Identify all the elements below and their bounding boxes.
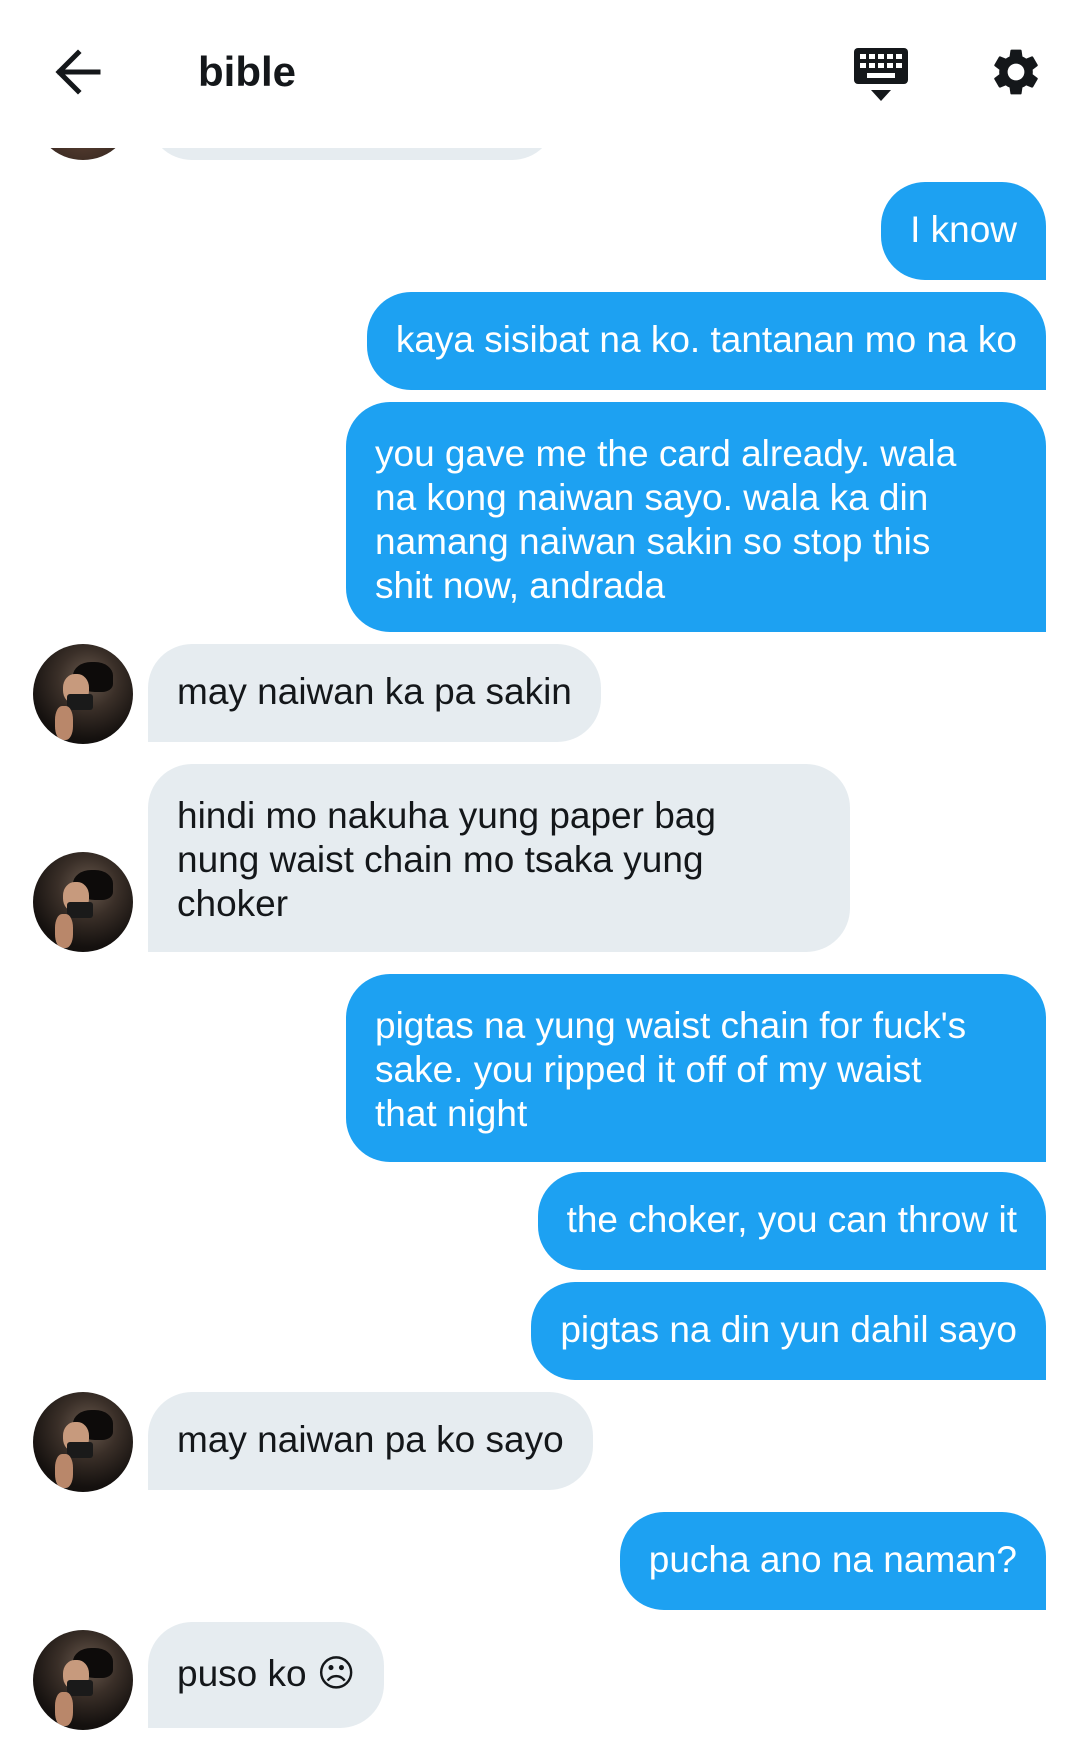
message-text: pucha ano na naman? [648, 1539, 1017, 1580]
message-outgoing[interactable]: I know [881, 182, 1046, 280]
message-incoming[interactable]: may naiwan ka pa sakin [148, 644, 601, 742]
message-text: may naiwan ka pa sakin [177, 671, 572, 712]
message-outgoing[interactable]: pucha ano na naman? [619, 1512, 1046, 1610]
message-line: pigtas na yung waist chain for fuck's [375, 1005, 967, 1046]
avatar[interactable] [33, 1392, 133, 1492]
keyboard-hide-button[interactable] [852, 46, 910, 106]
message-line: namang naiwan sakin so stop this [375, 521, 931, 562]
message-line: choker [177, 883, 289, 924]
message-text: pigtas na din yun dahil sayo [560, 1309, 1017, 1350]
message-line: you gave me the card already. wala [375, 433, 957, 474]
message-outgoing[interactable]: pigtas na yung waist chain for fuck's sa… [346, 974, 1046, 1162]
arrow-left-icon [55, 49, 101, 95]
message-text: kaya sisibat na ko. tantanan mo na ko [395, 319, 1017, 360]
message-outgoing[interactable]: pigtas na din yun dahil sayo [531, 1282, 1046, 1380]
message-text: puso ko ☹ [177, 1653, 356, 1694]
message-text: the choker, you can throw it [566, 1199, 1017, 1240]
avatar[interactable] [33, 1630, 133, 1730]
back-button[interactable] [48, 44, 108, 100]
message-line: that night [375, 1093, 528, 1134]
gear-icon [994, 49, 1038, 95]
settings-button[interactable] [988, 44, 1044, 100]
conversation-header: bible [0, 0, 1080, 148]
message-outgoing[interactable]: the choker, you can throw it [537, 1172, 1046, 1270]
message-text: may naiwan pa ko sayo [177, 1419, 564, 1460]
message-line: sake. you ripped it off of my waist [375, 1049, 922, 1090]
avatar[interactable] [33, 852, 133, 952]
avatar[interactable] [33, 644, 133, 744]
message-incoming[interactable]: puso ko ☹ [148, 1622, 385, 1728]
message-text: I know [910, 209, 1017, 250]
message-outgoing[interactable]: kaya sisibat na ko. tantanan mo na ko [366, 292, 1046, 390]
message-incoming[interactable]: may naiwan pa ko sayo [148, 1392, 593, 1490]
message-outgoing[interactable]: you gave me the card already. wala na ko… [346, 402, 1046, 632]
message-line: shit now, andrada [375, 565, 666, 606]
message-incoming[interactable]: hindi mo nakuha yung paper bag nung wais… [148, 764, 850, 952]
message-line: hindi mo nakuha yung paper bag [177, 795, 716, 836]
message-line: na kong naiwan sayo. wala ka din [375, 477, 929, 518]
conversation-title: bible [198, 48, 297, 95]
keyboard-hide-icon [854, 48, 908, 101]
message-line: nung waist chain mo tsaka yung [177, 839, 704, 880]
